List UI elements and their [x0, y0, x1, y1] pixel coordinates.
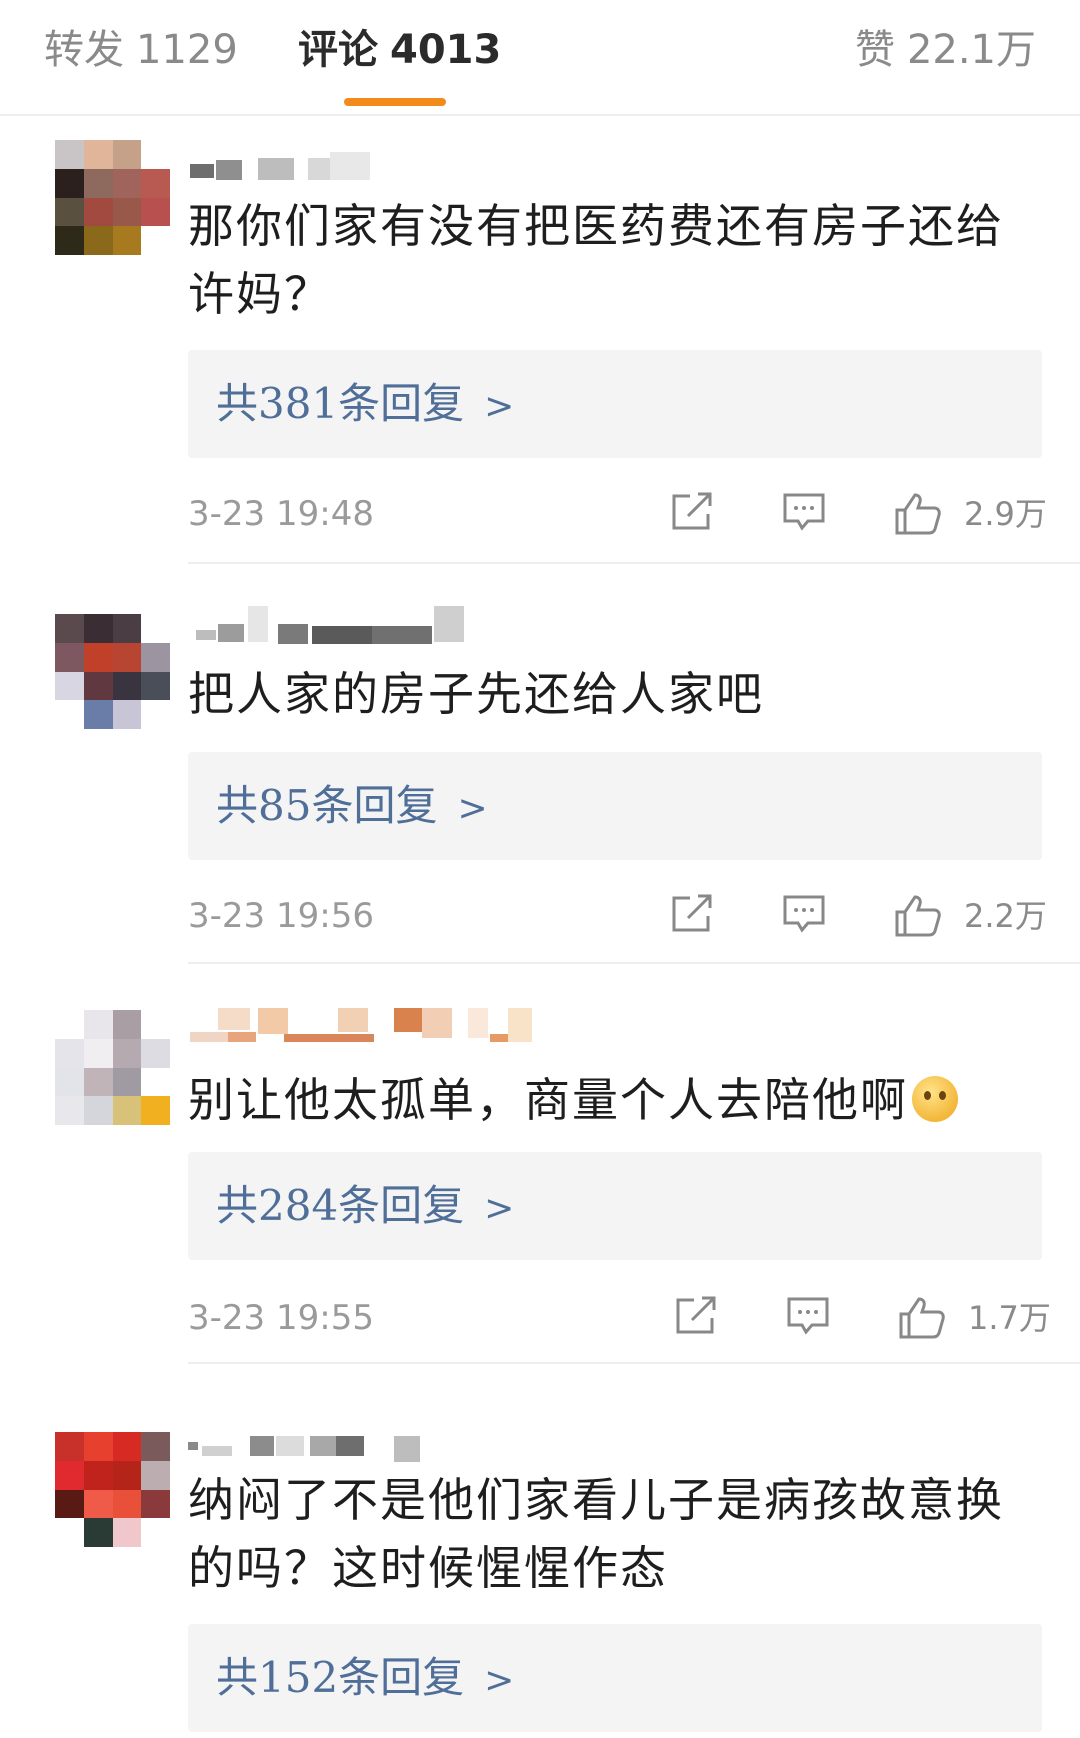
tab-comments[interactable]: 评论 4013 — [298, 22, 501, 78]
reply-count-label: 共284条回复 — [216, 1181, 465, 1230]
chevron-right-icon: > — [484, 1188, 515, 1229]
timestamp: 3-23 19:48 — [188, 494, 374, 534]
view-replies-button[interactable]: 共152条回复 > — [188, 1624, 1042, 1732]
share-icon[interactable] — [674, 1296, 718, 1336]
comments-page: 转发 1129 评论 4013 赞 22.1万 那你们家有没有把医药费还有房子还给许妈… — [0, 0, 1080, 1738]
thumbs-up-icon[interactable] — [898, 1296, 946, 1340]
divider — [188, 1362, 1080, 1364]
divider — [188, 962, 1080, 964]
comment-text-content: 别让他太孤单，商量个人去陪他啊 — [188, 1073, 908, 1127]
tab-likes-count: 22.1万 — [906, 27, 1036, 73]
username-blurred[interactable] — [188, 604, 588, 644]
share-icon[interactable] — [670, 894, 714, 934]
like-count: 1.7万 — [968, 1299, 1051, 1337]
tab-likes-label: 赞 — [854, 27, 895, 73]
username-blurred[interactable] — [188, 1006, 588, 1042]
share-icon[interactable] — [670, 492, 714, 532]
timestamp: 3-23 19:55 — [188, 1298, 374, 1338]
like-count: 2.2万 — [964, 897, 1047, 935]
comment-text: 那你们家有没有把医药费还有房子还给许妈？ — [188, 199, 1004, 321]
view-replies-button[interactable]: 共85条回复 > — [188, 752, 1042, 860]
tab-forward[interactable]: 转发 1129 — [44, 22, 238, 78]
reply-count-label: 共381条回复 — [216, 379, 465, 428]
view-replies-button[interactable]: 共381条回复 > — [188, 350, 1042, 458]
username-blurred[interactable] — [188, 150, 588, 186]
comment-icon[interactable] — [782, 492, 826, 532]
timestamp: 3-23 19:56 — [188, 896, 374, 936]
chevron-right-icon: > — [484, 386, 515, 427]
avatar[interactable] — [55, 1432, 170, 1547]
comment-meta: 3-23 19:48 2.9万 — [188, 486, 1047, 542]
divider — [188, 562, 1080, 564]
avatar[interactable] — [55, 140, 170, 255]
avatar[interactable] — [55, 614, 170, 729]
tab-likes[interactable]: 赞 22.1万 — [855, 22, 1036, 78]
comment-text: 别让他太孤单，商量个人去陪他啊 — [188, 1066, 1048, 1134]
chevron-right-icon: > — [457, 788, 488, 829]
comment-text: 纳闷了不是他们家看儿子是病孩故意换的吗？这时候惺惺作态 — [188, 1473, 1004, 1595]
tab-comments-label: 评论 — [298, 27, 378, 73]
comment-icon[interactable] — [782, 894, 826, 934]
thumbs-up-icon[interactable] — [894, 894, 942, 938]
tab-forward-count: 1129 — [136, 27, 238, 73]
comment-text: 把人家的房子先还给人家吧 — [188, 667, 764, 721]
thumbs-up-icon[interactable] — [894, 492, 942, 536]
tab-forward-label: 转发 — [44, 27, 124, 73]
comment-meta: 3-23 19:56 2.2万 — [188, 888, 1047, 944]
comment-meta: 3-23 19:55 1.7万 — [188, 1290, 1051, 1346]
thinking-face-emoji — [912, 1076, 958, 1122]
like-count: 2.9万 — [964, 495, 1047, 533]
view-replies-button[interactable]: 共284条回复 > — [188, 1152, 1042, 1260]
tab-bar: 转发 1129 评论 4013 赞 22.1万 — [0, 0, 1080, 116]
chevron-right-icon: > — [484, 1660, 515, 1701]
avatar[interactable] — [55, 1010, 170, 1125]
reply-count-label: 共152条回复 — [216, 1653, 465, 1702]
username-blurred[interactable] — [188, 1428, 588, 1464]
active-tab-indicator — [344, 98, 446, 106]
reply-count-label: 共85条回复 — [216, 781, 438, 830]
comment-icon[interactable] — [786, 1296, 830, 1336]
tab-comments-count: 4013 — [390, 27, 502, 73]
